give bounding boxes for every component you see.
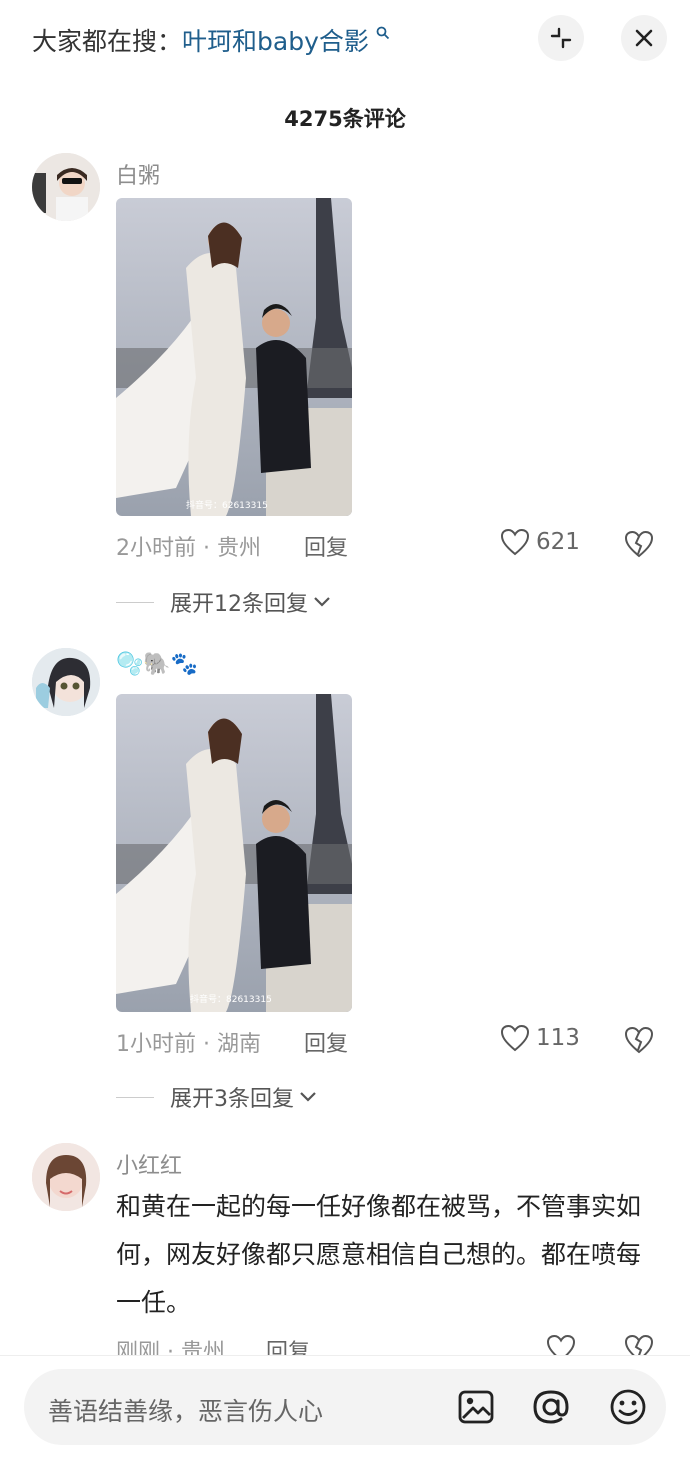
collapse-button[interactable] <box>538 15 584 61</box>
comment-text: 和黄在一起的每一任好像都在被骂，不管事实如何，网友好像都只愿意相信自己想的。都在… <box>116 1192 642 1317</box>
broken-heart-icon <box>624 530 654 558</box>
like-count: 113 <box>536 1025 580 1051</box>
comment-meta: 2小时前 · 贵州 <box>116 536 261 561</box>
expand-replies[interactable]: 展开3条回复 <box>116 1081 318 1113</box>
expand-replies-label: 展开3条回复 <box>170 1087 294 1112</box>
like-count: 621 <box>536 529 580 555</box>
photo-watermark: 抖音号：82613315 <box>190 993 272 1005</box>
comment-meta: 1小时前 · 湖南 <box>116 1032 261 1057</box>
comment-username[interactable]: 白粥 <box>116 158 160 190</box>
search-icon <box>371 22 390 41</box>
dislike-button[interactable] <box>624 1026 654 1058</box>
avatar[interactable] <box>32 1143 100 1211</box>
emoji-icon[interactable] <box>608 1387 648 1427</box>
dislike-button[interactable] <box>624 530 654 562</box>
comment-photo[interactable]: 抖音号：62613315 <box>116 198 352 516</box>
search-prefix: 大家都在搜： <box>32 27 183 56</box>
close-icon <box>635 29 653 47</box>
comment-username[interactable]: 小红红 <box>116 1148 182 1180</box>
reply-button[interactable]: 回复 <box>304 1026 348 1058</box>
expand-replies[interactable]: 展开12条回复 <box>116 586 332 618</box>
chevron-down-icon <box>314 597 330 607</box>
like-button[interactable]: 113 <box>500 1024 580 1052</box>
search-suggestion[interactable]: 大家都在搜：叶珂和baby合影 <box>32 22 390 58</box>
heart-icon <box>500 1024 530 1052</box>
at-icon[interactable] <box>531 1387 571 1427</box>
comment-username[interactable]: 🫧🐘🐾 <box>116 652 198 677</box>
expand-replies-label: 展开12条回复 <box>170 592 308 617</box>
photo-watermark: 抖音号：62613315 <box>186 499 268 511</box>
reply-button[interactable]: 回复 <box>304 530 348 562</box>
chevron-down-icon <box>300 1092 316 1102</box>
divider <box>116 601 154 603</box>
image-icon[interactable] <box>456 1387 496 1427</box>
comment-photo[interactable]: 抖音号：82613315 <box>116 694 352 1012</box>
close-button[interactable] <box>621 15 667 61</box>
divider <box>116 1096 154 1098</box>
like-button[interactable]: 621 <box>500 528 580 556</box>
search-keyword-link[interactable]: 叶珂和baby合影 <box>182 27 369 56</box>
heart-icon <box>500 528 530 556</box>
avatar[interactable] <box>32 648 100 716</box>
comment-count-title: 4275条评论 <box>284 107 406 131</box>
avatar[interactable] <box>32 153 100 221</box>
broken-heart-icon <box>624 1026 654 1054</box>
collapse-icon <box>550 27 572 49</box>
comment-input-placeholder: 善语结善缘，恶言伤人心 <box>48 1397 324 1426</box>
